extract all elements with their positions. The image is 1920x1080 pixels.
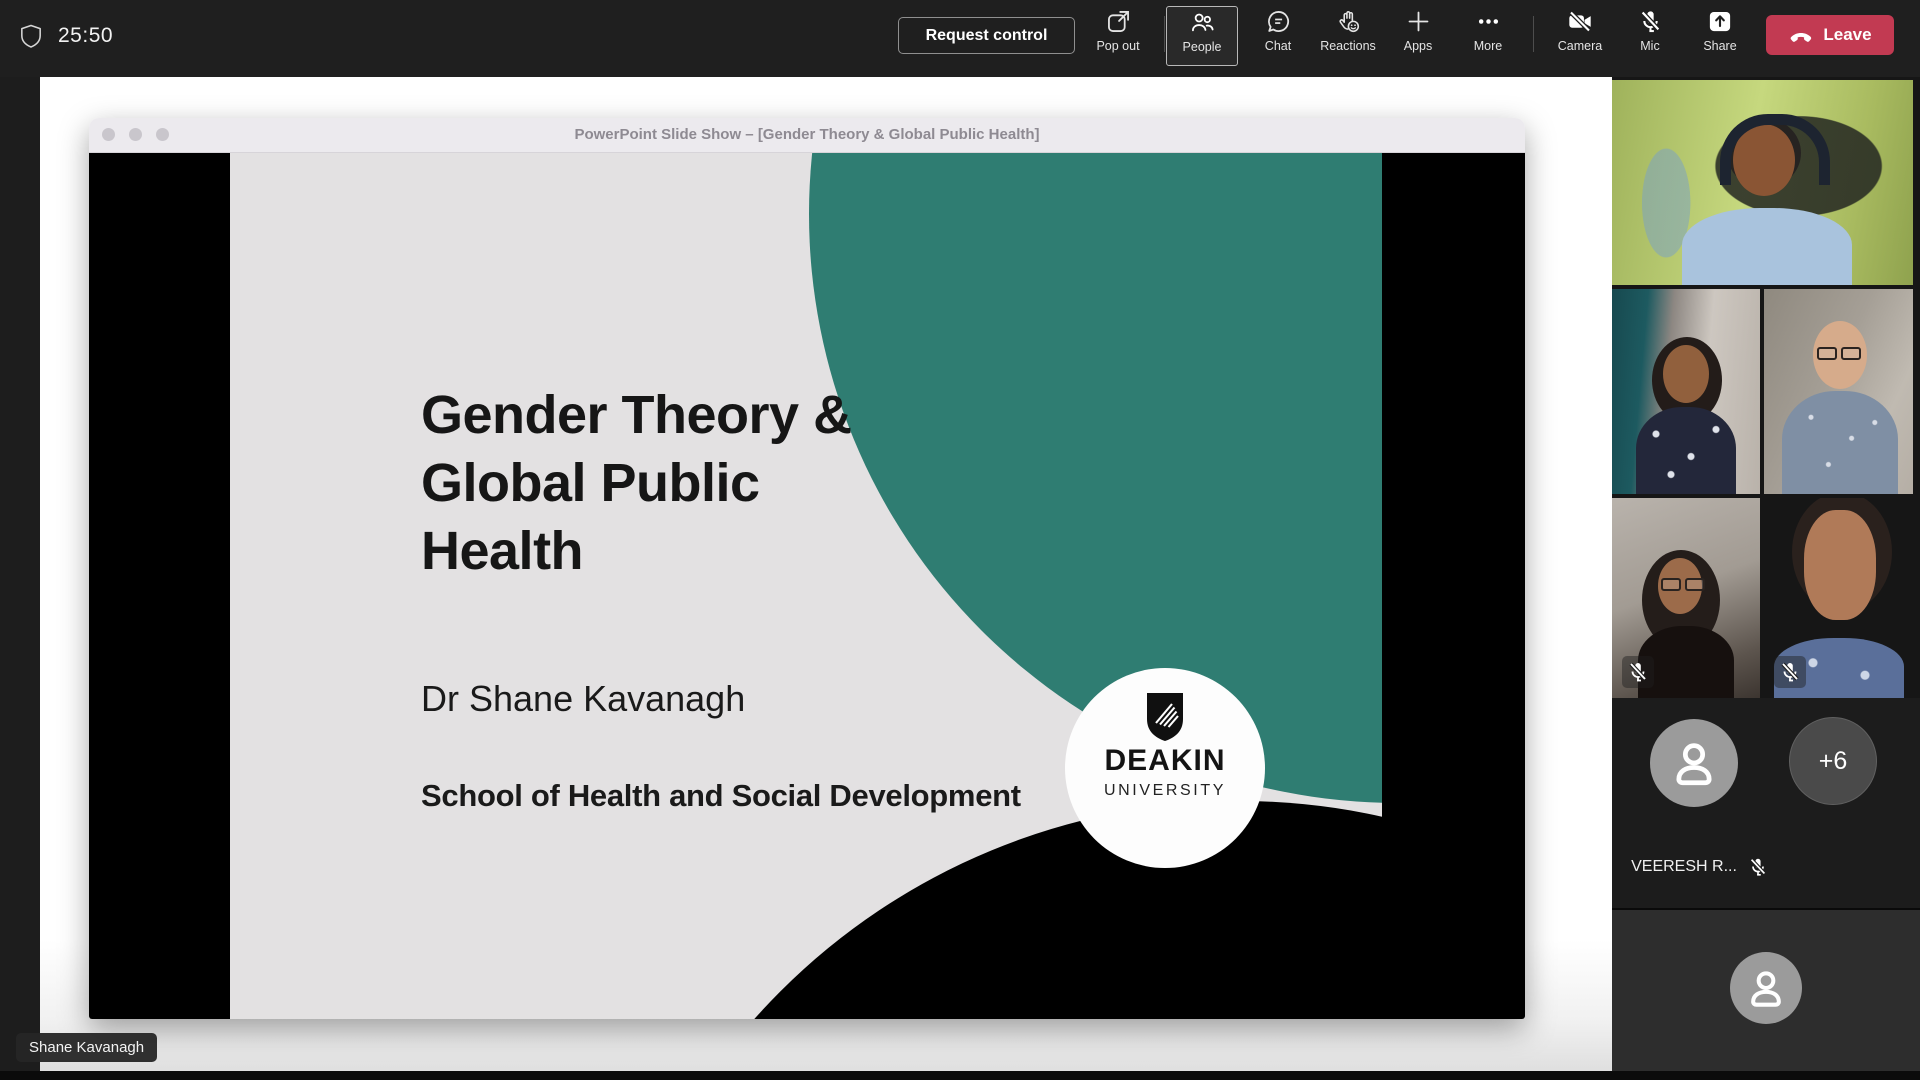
- participant-video-1[interactable]: [1612, 80, 1913, 285]
- presenter-name-label: Shane Kavanagh: [16, 1033, 157, 1062]
- pop-out-button[interactable]: Pop out: [1082, 8, 1154, 53]
- request-control-button[interactable]: Request control: [898, 17, 1075, 54]
- participant-video-5[interactable]: [1764, 498, 1913, 698]
- participants-sidebar: +6 VEERESH R...: [1612, 77, 1920, 1080]
- participant-video-2[interactable]: [1612, 289, 1760, 494]
- deakin-wordmark: DEAKIN: [1065, 746, 1265, 776]
- participant-name-row: VEERESH R...: [1612, 856, 1788, 878]
- mic-off-icon: [1637, 8, 1664, 35]
- participant-avatar[interactable]: [1730, 952, 1802, 1024]
- meeting-timer: 25:50: [58, 24, 113, 48]
- shield-icon: [20, 24, 42, 48]
- headphones: [1720, 114, 1830, 185]
- slide-canvas: DEAKIN UNIVERSITY Gender Theory & Global…: [89, 153, 1525, 1019]
- people-icon: [1189, 9, 1216, 36]
- ppt-window-title: PowerPoint Slide Show – [Gender Theory &…: [89, 126, 1525, 143]
- overflow-participants-badge[interactable]: +6: [1789, 717, 1877, 805]
- audio-participant-row: +6 VEERESH R...: [1612, 698, 1920, 908]
- muted-mic-icon: [1622, 656, 1654, 688]
- presentation-stage: PowerPoint Slide Show – [Gender Theory &…: [0, 77, 1612, 1080]
- muted-mic-icon: [1747, 856, 1769, 878]
- chat-icon: [1265, 8, 1292, 35]
- deakin-shield-icon: [1144, 692, 1186, 742]
- people-button[interactable]: People: [1166, 6, 1238, 66]
- meeting-toolbar: 25:50 Request control Pop out People: [0, 0, 1920, 77]
- pop-out-icon: [1105, 8, 1132, 35]
- slide-school: School of Health and Social Development: [421, 778, 1021, 814]
- muted-mic-icon: [1774, 656, 1806, 688]
- person-icon: [1668, 737, 1720, 789]
- glasses: [1661, 578, 1705, 591]
- person-icon: [1744, 966, 1788, 1010]
- reactions-button[interactable]: Reactions: [1312, 8, 1384, 53]
- participant-video-4[interactable]: [1612, 498, 1760, 698]
- more-dots-icon: [1475, 8, 1502, 35]
- apps-button[interactable]: Apps: [1382, 8, 1454, 53]
- screen-bottom-edge: [0, 1071, 1920, 1080]
- slide-title: Gender Theory & Global Public Health: [421, 381, 852, 585]
- camera-off-icon: [1566, 8, 1594, 35]
- more-button[interactable]: More: [1452, 8, 1524, 53]
- participant-video-3[interactable]: [1764, 289, 1913, 494]
- reactions-icon: [1335, 8, 1362, 35]
- glasses: [1817, 347, 1861, 360]
- deakin-university-wordmark: UNIVERSITY: [1065, 783, 1265, 799]
- extra-participant-section: [1612, 908, 1920, 1074]
- apps-plus-icon: [1405, 8, 1432, 35]
- share-icon: [1706, 8, 1734, 35]
- teams-meeting-window: 25:50 Request control Pop out People: [0, 0, 1920, 1080]
- mic-button[interactable]: Mic: [1614, 8, 1686, 53]
- toolbar-divider-2: [1533, 16, 1534, 52]
- hang-up-icon: [1788, 22, 1814, 48]
- stage-left-gutter: [0, 77, 40, 1080]
- camera-button[interactable]: Camera: [1544, 8, 1616, 53]
- slide-black-circle-shape: [590, 801, 1382, 1019]
- ppt-titlebar: PowerPoint Slide Show – [Gender Theory &…: [89, 118, 1525, 153]
- shared-powerpoint-window[interactable]: PowerPoint Slide Show – [Gender Theory &…: [89, 118, 1525, 1019]
- leave-button[interactable]: Leave: [1766, 15, 1894, 55]
- participant-avatar[interactable]: [1650, 719, 1738, 807]
- slide-author: Dr Shane Kavanagh: [421, 678, 745, 720]
- share-button[interactable]: Share: [1684, 8, 1756, 53]
- chat-button[interactable]: Chat: [1242, 8, 1314, 53]
- participant-name: VEERESH R...: [1631, 858, 1737, 876]
- toolbar-divider: [1164, 16, 1165, 52]
- slide-background: DEAKIN UNIVERSITY Gender Theory & Global…: [230, 153, 1382, 1019]
- meeting-timer-group: 25:50: [20, 24, 113, 48]
- deakin-logo-badge: DEAKIN UNIVERSITY: [1065, 668, 1265, 868]
